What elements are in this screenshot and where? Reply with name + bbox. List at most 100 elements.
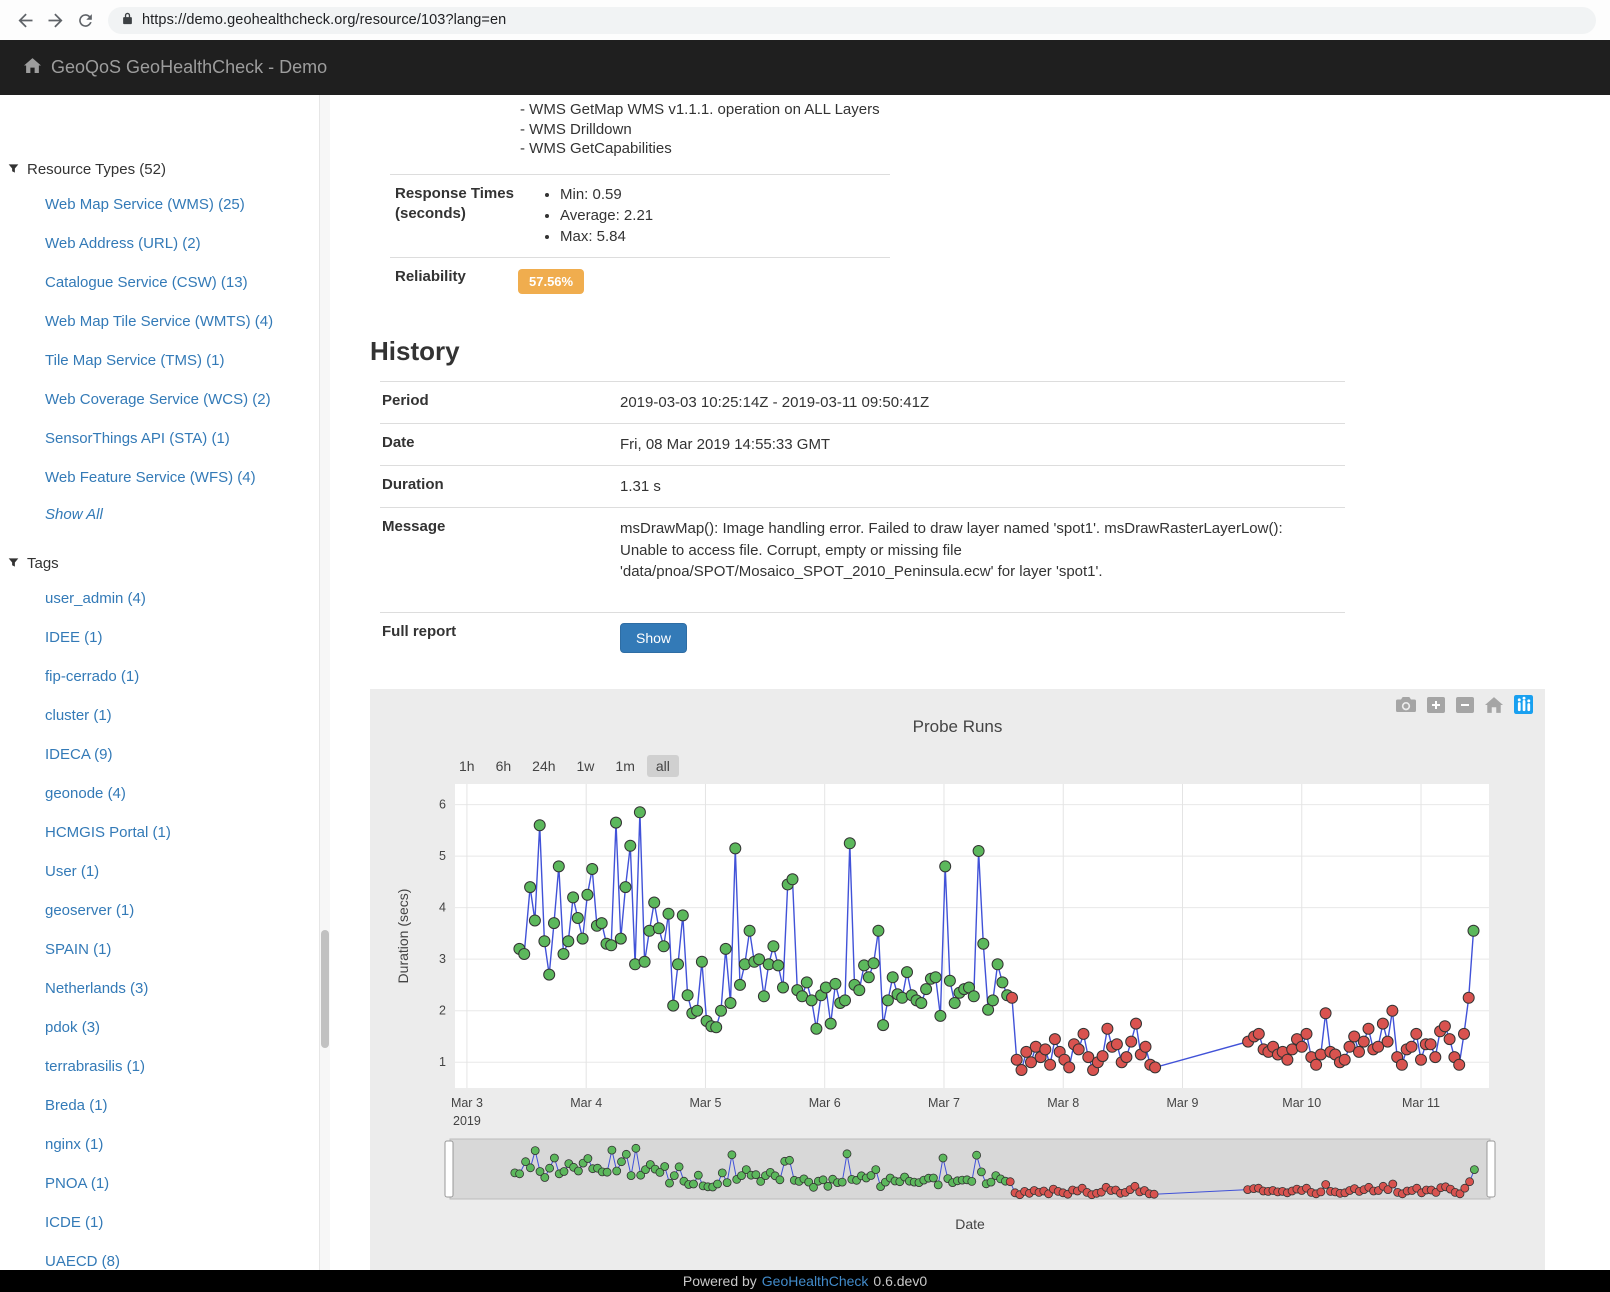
tag-item[interactable]: IDECA (9) (45, 744, 312, 765)
history-row-label: Date (380, 434, 620, 455)
svg-text:6: 6 (439, 798, 446, 812)
history-row: Date Fri, 08 Mar 2019 14:55:33 GMT (380, 423, 1345, 465)
browser-forward-icon[interactable] (40, 5, 70, 35)
history-row-value: 1.31 s (620, 476, 1330, 497)
rangeslider-handle-left[interactable] (445, 1141, 453, 1197)
resource-type-item[interactable]: Catalogue Service (CSW) (13) (45, 272, 312, 293)
response-time-item: Average: 2.21 (560, 205, 653, 226)
history-row-label: Period (380, 392, 620, 413)
history-row-value: 2019-03-03 10:25:14Z - 2019-03-11 09:50:… (620, 392, 1330, 413)
tag-item[interactable]: PNOA (1) (45, 1173, 312, 1194)
filter-icon (8, 555, 19, 572)
history-table: Period 2019-03-03 10:25:14Z - 2019-03-11… (380, 381, 1345, 613)
tag-item[interactable]: UAECD (8) (45, 1251, 312, 1272)
full-report-row: Full report Show (380, 612, 1345, 663)
browser-chrome: https://demo.geohealthcheck.org/resource… (0, 0, 1610, 40)
tag-item[interactable]: HCMGIS Portal (1) (45, 822, 312, 843)
tag-item[interactable]: terrabrasilis (1) (45, 1056, 312, 1077)
resource-type-item[interactable]: Web Coverage Service (WCS) (2) (45, 389, 312, 410)
tag-item[interactable]: cluster (1) (45, 705, 312, 726)
svg-text:2: 2 (439, 1004, 446, 1018)
tag-item[interactable]: Netherlands (3) (45, 978, 312, 999)
tag-item[interactable]: User (1) (45, 861, 312, 882)
sidebar-scrollbar-thumb[interactable] (321, 930, 329, 1048)
rangeslider-handle-right[interactable] (1487, 1141, 1495, 1197)
resource-type-item[interactable]: Tile Map Service (TMS) (1) (45, 350, 312, 371)
svg-text:Mar 5: Mar 5 (689, 1096, 721, 1110)
tag-item[interactable]: Breda (1) (45, 1095, 312, 1116)
svg-text:Mar 6: Mar 6 (809, 1096, 841, 1110)
response-times-label: Response Times (seconds) (390, 184, 518, 247)
svg-text:3: 3 (439, 952, 446, 966)
reliability-label: Reliability (390, 267, 518, 294)
svg-text:Mar 9: Mar 9 (1167, 1096, 1199, 1110)
history-heading: History (370, 336, 1610, 367)
probe-list: - WMS GetMap WMS v1.1.1. operation on AL… (520, 100, 1610, 159)
chart-plot[interactable]: 123456Mar 3Mar 4Mar 5Mar 6Mar 7Mar 8Mar … (370, 689, 1545, 1279)
tag-item[interactable]: user_admin (4) (45, 588, 312, 609)
response-times-row: Response Times (seconds) Min: 0.59Averag… (390, 174, 890, 257)
tag-item[interactable]: nginx (1) (45, 1134, 312, 1155)
resource-type-item[interactable]: Web Map Service (WMS) (25) (45, 194, 312, 215)
lock-icon (122, 11, 133, 30)
reliability-badge: 57.56% (518, 269, 584, 294)
probe-list-item: - WMS GetMap WMS v1.1.1. operation on AL… (520, 100, 1610, 120)
tag-item[interactable]: ICDE (1) (45, 1212, 312, 1233)
y-axis-title: Duration (secs) (395, 889, 411, 984)
history-row-value: Fri, 08 Mar 2019 14:55:33 GMT (620, 434, 1330, 455)
history-row: Duration 1.31 s (380, 465, 1345, 507)
footer-geohealthcheck-link[interactable]: GeoHealthCheck (762, 1273, 869, 1289)
svg-text:Mar 10: Mar 10 (1282, 1096, 1321, 1110)
response-time-item: Max: 5.84 (560, 226, 653, 247)
browser-reload-icon[interactable] (70, 5, 100, 35)
resource-type-item[interactable]: SensorThings API (STA) (1) (45, 428, 312, 449)
home-icon[interactable] (24, 58, 41, 78)
svg-text:5: 5 (439, 849, 446, 863)
tags-heading: Tags (8, 555, 312, 572)
probe-list-item: - WMS GetCapabilities (520, 139, 1610, 159)
show-report-button[interactable]: Show (620, 623, 687, 653)
tag-item[interactable]: geonode (4) (45, 783, 312, 804)
resource-type-item[interactable]: Web Address (URL) (2) (45, 233, 312, 254)
main-content: - WMS GetMap WMS v1.1.1. operation on AL… (330, 95, 1610, 1270)
full-report-label: Full report (380, 623, 620, 653)
url-text: https://demo.geohealthcheck.org/resource… (142, 12, 506, 28)
show-all-link[interactable]: Show All (45, 506, 103, 523)
x-axis-title: Date (955, 1216, 985, 1232)
sidebar-scrollbar-track[interactable] (319, 95, 330, 1270)
filter-icon (8, 161, 19, 178)
response-time-item: Min: 0.59 (560, 184, 653, 205)
svg-text:Mar 3: Mar 3 (451, 1096, 483, 1110)
resource-types-list: Web Map Service (WMS) (25) Web Address (U… (45, 194, 312, 488)
svg-text:4: 4 (439, 901, 446, 915)
footer: Powered by GeoHealthCheck 0.6.dev0 (0, 1270, 1610, 1292)
history-row-label: Duration (380, 476, 620, 497)
tag-item[interactable]: pdok (3) (45, 1017, 312, 1038)
svg-text:Mar 11: Mar 11 (1402, 1096, 1440, 1110)
tag-item[interactable]: geoserver (1) (45, 900, 312, 921)
svg-text:1: 1 (439, 1056, 446, 1070)
resource-type-item[interactable]: Web Map Tile Service (WMTS) (4) (45, 311, 312, 332)
app-navbar: GeoQoS GeoHealthCheck - Demo (0, 40, 1610, 95)
probe-runs-chart-card: Probe Runs 1h6h24h1w1mall 123456Mar 3Mar… (370, 689, 1545, 1279)
svg-text:Mar 8: Mar 8 (1047, 1096, 1079, 1110)
summary-table: Response Times (seconds) Min: 0.59Averag… (390, 174, 890, 304)
resource-type-item[interactable]: Web Feature Service (WFS) (4) (45, 467, 312, 488)
reliability-row: Reliability 57.56% (390, 257, 890, 304)
svg-text:2019: 2019 (453, 1114, 481, 1128)
tags-list: user_admin (4) IDEE (1) fip-cerrado (1) clu… (45, 588, 312, 1272)
address-bar[interactable]: https://demo.geohealthcheck.org/resource… (108, 7, 1596, 34)
response-times-values: Min: 0.59Average: 2.21Max: 5.84 (560, 184, 653, 247)
resource-types-heading: Resource Types (52) (8, 161, 312, 178)
tag-item[interactable]: IDEE (1) (45, 627, 312, 648)
svg-text:Mar 4: Mar 4 (570, 1096, 602, 1110)
tag-item[interactable]: fip-cerrado (1) (45, 666, 312, 687)
tag-item[interactable]: SPAIN (1) (45, 939, 312, 960)
history-row: Period 2019-03-03 10:25:14Z - 2019-03-11… (380, 381, 1345, 423)
footer-version: 0.6.dev0 (873, 1273, 927, 1289)
footer-powered-by: Powered by (683, 1273, 757, 1289)
browser-back-icon[interactable] (10, 5, 40, 35)
history-row-value: msDrawMap(): Image handling error. Faile… (620, 518, 1330, 582)
history-section: History Period 2019-03-03 10:25:14Z - 20… (370, 336, 1610, 664)
brand-title[interactable]: GeoQoS GeoHealthCheck - Demo (51, 57, 327, 78)
